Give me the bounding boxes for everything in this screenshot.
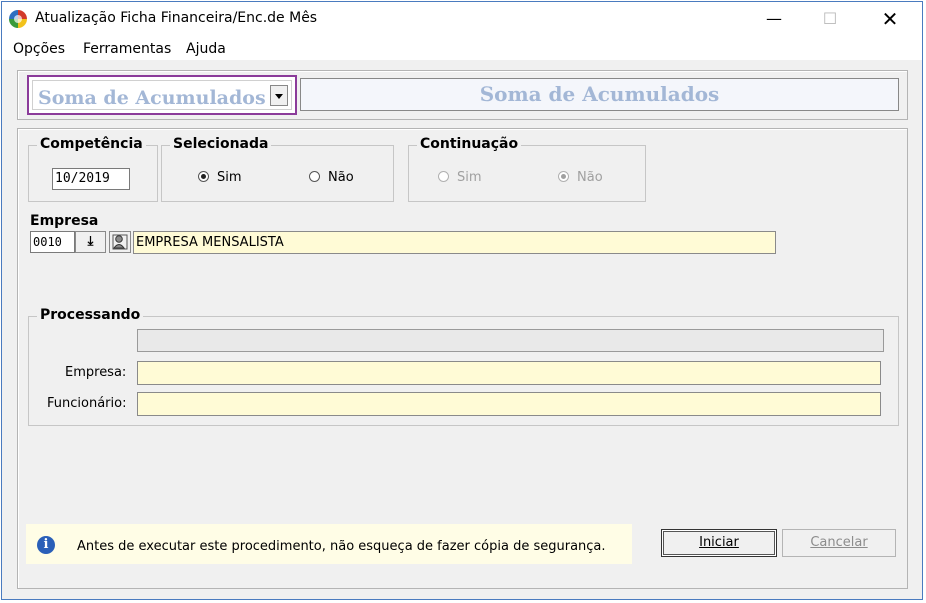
continuacao-nao-radio: Não bbox=[558, 170, 603, 185]
selecionada-nao-label: Não bbox=[328, 170, 354, 185]
continuacao-label: Continuação bbox=[417, 136, 522, 152]
continuacao-sim-label: Sim bbox=[457, 170, 482, 185]
radio-checked-icon bbox=[198, 171, 209, 182]
selecionada-sim-radio[interactable]: Sim bbox=[198, 170, 242, 185]
main-panel: Competência 10/2019 Selecionada Sim Não … bbox=[17, 128, 908, 589]
processando-empresa-field bbox=[137, 361, 881, 385]
processing-progress-bar bbox=[137, 329, 884, 352]
processando-empresa-label: Empresa: bbox=[65, 365, 127, 380]
selecionada-sim-label: Sim bbox=[217, 170, 242, 185]
processando-funcionario-label: Funcionário: bbox=[47, 396, 127, 411]
iniciar-label: Iniciar bbox=[699, 535, 739, 550]
procedure-select-field[interactable]: Soma de Acumulados bbox=[32, 80, 292, 110]
info-icon: i bbox=[37, 536, 55, 554]
person-search-icon[interactable] bbox=[109, 231, 131, 253]
menu-ajuda[interactable]: Ajuda bbox=[186, 41, 226, 57]
close-button[interactable]: ✕ bbox=[867, 2, 913, 36]
competencia-label: Competência bbox=[37, 136, 146, 152]
person-search-svg bbox=[112, 234, 128, 250]
menu-ferramentas[interactable]: Ferramentas bbox=[83, 41, 171, 57]
menu-opcoes[interactable]: Opções bbox=[13, 41, 65, 57]
processando-label: Processando bbox=[37, 307, 144, 323]
procedure-select-value: Soma de Acumulados bbox=[38, 87, 266, 109]
title-bar: Atualização Ficha Financeira/Enc.de Mês … bbox=[2, 2, 922, 36]
processando-funcionario-field bbox=[137, 392, 881, 416]
maximize-button[interactable]: ☐ bbox=[807, 2, 853, 36]
empresa-name-field: EMPRESA MENSALISTA bbox=[133, 231, 776, 254]
selecionada-nao-radio[interactable]: Não bbox=[309, 170, 354, 185]
info-text: Antes de executar este procedimento, não… bbox=[77, 539, 606, 554]
continuacao-nao-label: Não bbox=[577, 170, 603, 185]
competencia-input[interactable]: 10/2019 bbox=[52, 168, 130, 190]
empresa-label: Empresa bbox=[30, 213, 99, 229]
empresa-code-input[interactable]: 0010 bbox=[30, 231, 75, 253]
download-arrow-icon[interactable]: ⤓ bbox=[75, 231, 106, 253]
chevron-down-icon[interactable] bbox=[270, 85, 288, 106]
iniciar-button[interactable]: Iniciar bbox=[661, 529, 777, 557]
minimize-button[interactable]: — bbox=[751, 2, 797, 36]
cancelar-button: Cancelar bbox=[782, 529, 896, 557]
procedure-select[interactable]: Soma de Acumulados bbox=[27, 75, 297, 115]
competencia-group: Competência 10/2019 bbox=[28, 136, 158, 202]
radio-unchecked-icon bbox=[438, 171, 449, 182]
radio-unchecked-icon bbox=[309, 171, 320, 182]
app-window: Atualização Ficha Financeira/Enc.de Mês … bbox=[1, 1, 923, 600]
menu-bar: Opções Ferramentas Ajuda bbox=[2, 36, 922, 60]
selecionada-label: Selecionada bbox=[170, 136, 272, 152]
continuacao-group: Continuação Sim Não bbox=[408, 136, 646, 202]
radio-checked-icon bbox=[558, 171, 569, 182]
procedure-panel: Soma de Acumulados Soma de Acumulados bbox=[17, 70, 908, 120]
selecionada-group: Selecionada Sim Não bbox=[161, 136, 394, 202]
app-logo-icon bbox=[9, 10, 27, 28]
window-title: Atualização Ficha Financeira/Enc.de Mês bbox=[35, 10, 318, 26]
continuacao-sim-radio: Sim bbox=[438, 170, 482, 185]
backup-info-message: i Antes de executar este procedimento, n… bbox=[26, 524, 632, 564]
cancelar-label: Cancelar bbox=[810, 535, 868, 550]
procedure-banner: Soma de Acumulados bbox=[300, 78, 899, 111]
